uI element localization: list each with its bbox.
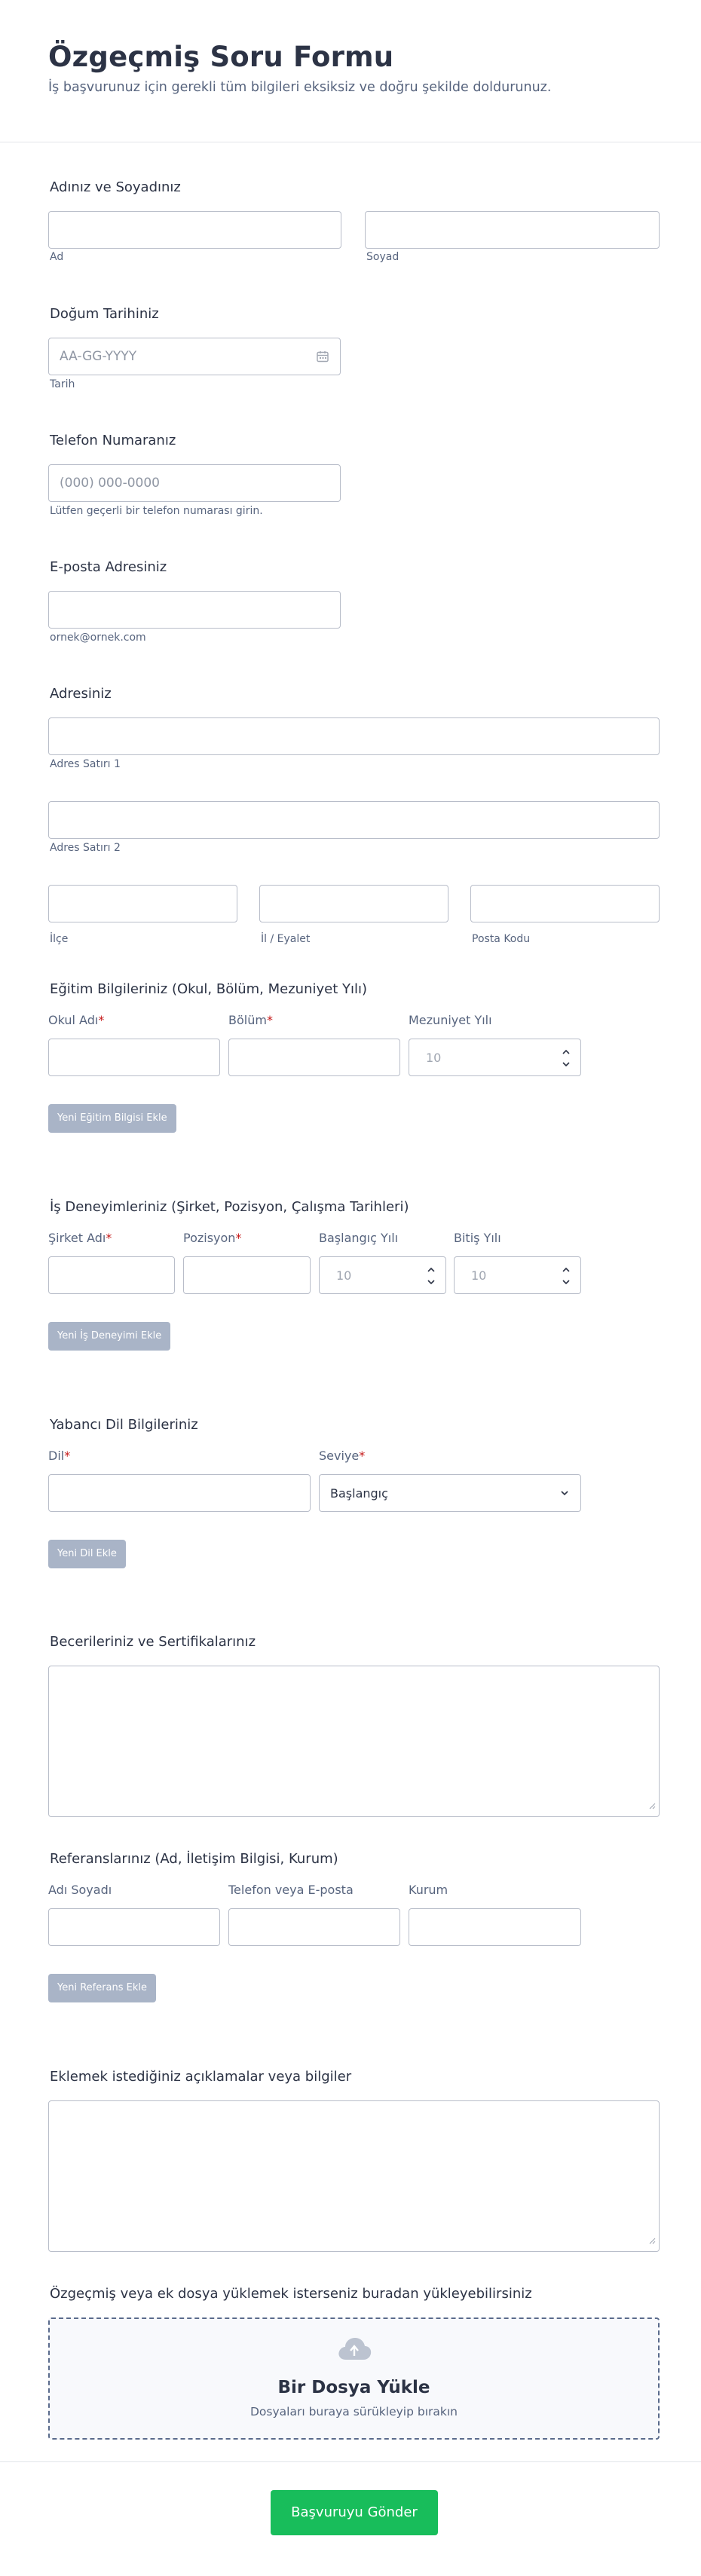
- notes-label: Eklemek istediğiniz açıklamalar veya bil…: [50, 2069, 352, 2085]
- language-level-value: Başlangıç: [330, 1486, 388, 1501]
- resize-handle-icon[interactable]: [648, 2235, 656, 2248]
- experience-end-placeholder: 10: [471, 1268, 487, 1283]
- education-col-school: Okul Adı*: [48, 1013, 105, 1027]
- experience-start-placeholder: 10: [336, 1268, 352, 1283]
- references-col-name: Adı Soyadı: [48, 1883, 112, 1897]
- phone-sublabel: Lütfen geçerli bir telefon numarası giri…: [50, 505, 263, 517]
- resize-handle-icon[interactable]: [648, 1800, 656, 1813]
- experience-col-end: Bitiş Yılı: [454, 1231, 501, 1245]
- calendar-icon[interactable]: [316, 350, 329, 367]
- experience-col-start: Başlangıç Yılı: [319, 1231, 399, 1245]
- phone-label: Telefon Numaranız: [50, 433, 176, 448]
- experience-start-input[interactable]: 10: [319, 1256, 446, 1294]
- address-line1-sublabel: Adres Satırı 1: [50, 758, 121, 770]
- references-col-org: Kurum: [409, 1883, 448, 1897]
- province-input[interactable]: [259, 885, 448, 922]
- language-label: Yabancı Dil Bilgileriniz: [50, 1417, 198, 1433]
- birth-date-placeholder: AA-GG-YYYY: [60, 349, 137, 364]
- skills-label: Becerileriniz ve Sertifikalarınız: [50, 1634, 256, 1650]
- language-input[interactable]: [48, 1474, 311, 1512]
- upload-title: Bir Dosya Yükle: [277, 2378, 430, 2397]
- skills-textarea[interactable]: [48, 1666, 660, 1817]
- address-line1-input[interactable]: [48, 717, 660, 755]
- experience-col-company: Şirket Adı*: [48, 1231, 112, 1245]
- experience-label: İş Deneyimleriniz (Şirket, Pozisyon, Çal…: [50, 1199, 409, 1215]
- phone-placeholder: (000) 000-0000: [60, 476, 160, 491]
- last-name-input[interactable]: [365, 211, 660, 249]
- upload-label: Özgeçmiş veya ek dosya yüklemek istersen…: [50, 2286, 532, 2302]
- experience-company-input[interactable]: [48, 1256, 175, 1294]
- education-col-department: Bölüm*: [228, 1013, 273, 1027]
- birth-date-input[interactable]: AA-GG-YYYY: [48, 338, 341, 375]
- email-sublabel: ornek@ornek.com: [50, 632, 146, 644]
- reference-org-input[interactable]: [409, 1908, 581, 1946]
- district-input[interactable]: [48, 885, 237, 922]
- experience-col-position: Pozisyon*: [183, 1231, 242, 1245]
- last-name-sublabel: Soyad: [366, 251, 399, 263]
- add-language-button[interactable]: Yeni Dil Ekle: [48, 1540, 126, 1568]
- file-upload-dropzone[interactable]: Bir Dosya Yükle Dosyaları buraya sürükle…: [48, 2317, 660, 2440]
- add-reference-button[interactable]: Yeni Referans Ekle: [48, 1974, 157, 2002]
- chevron-down-icon: [559, 1488, 570, 1502]
- postal-code-sublabel: Posta Kodu: [472, 933, 531, 945]
- form-footer: Başvuruyu Gönder: [0, 2461, 701, 2576]
- name-label: Adınız ve Soyadınız: [50, 179, 181, 195]
- first-name-sublabel: Ad: [50, 251, 64, 263]
- education-col-year: Mezuniyet Yılı: [409, 1013, 492, 1027]
- education-label: Eğitim Bilgileriniz (Okul, Bölüm, Mezuni…: [50, 981, 368, 997]
- reference-contact-input[interactable]: [228, 1908, 400, 1946]
- postal-code-input[interactable]: [470, 885, 660, 922]
- form-header: Özgeçmiş Soru Formu İş başvurunuz için g…: [0, 0, 701, 142]
- education-year-placeholder: 10: [426, 1051, 442, 1065]
- education-year-input[interactable]: 10: [409, 1039, 581, 1076]
- page-subtitle: İş başvurunuz için gerekli tüm bilgileri…: [48, 80, 552, 95]
- address-label: Adresiniz: [50, 686, 112, 702]
- add-education-button[interactable]: Yeni Eğitim Bilgisi Ekle: [48, 1104, 176, 1133]
- upload-hint: Dosyaları buraya sürükleyip bırakın: [250, 2405, 458, 2418]
- number-stepper-icon[interactable]: [561, 1047, 571, 1069]
- notes-textarea[interactable]: [48, 2100, 660, 2252]
- birth-date-label: Doğum Tarihiniz: [50, 306, 159, 322]
- province-sublabel: İl / Eyalet: [261, 933, 311, 945]
- references-col-contact: Telefon veya E-posta: [228, 1883, 354, 1897]
- birth-date-sublabel: Tarih: [50, 378, 75, 390]
- experience-end-input[interactable]: 10: [454, 1256, 581, 1294]
- email-input[interactable]: [48, 591, 341, 629]
- education-school-input[interactable]: [48, 1039, 220, 1076]
- language-col-level: Seviye*: [319, 1449, 366, 1463]
- reference-name-input[interactable]: [48, 1908, 220, 1946]
- first-name-input[interactable]: [48, 211, 341, 249]
- number-stepper-icon[interactable]: [561, 1265, 571, 1287]
- references-label: Referanslarınız (Ad, İletişim Bilgisi, K…: [50, 1851, 338, 1867]
- language-col-lang: Dil*: [48, 1449, 71, 1463]
- cloud-upload-icon: [336, 2336, 372, 2366]
- language-level-select[interactable]: Başlangıç: [319, 1474, 581, 1512]
- address-line2-input[interactable]: [48, 801, 660, 839]
- page-title: Özgeçmiş Soru Formu: [48, 41, 394, 73]
- district-sublabel: İlçe: [50, 933, 69, 945]
- add-experience-button[interactable]: Yeni İş Deneyimi Ekle: [48, 1322, 171, 1351]
- education-department-input[interactable]: [228, 1039, 400, 1076]
- number-stepper-icon[interactable]: [426, 1265, 436, 1287]
- email-label: E-posta Adresiniz: [50, 559, 167, 575]
- phone-input[interactable]: (000) 000-0000: [48, 464, 341, 502]
- submit-button[interactable]: Başvuruyu Gönder: [271, 2490, 438, 2535]
- address-line2-sublabel: Adres Satırı 2: [50, 842, 121, 854]
- experience-position-input[interactable]: [183, 1256, 311, 1294]
